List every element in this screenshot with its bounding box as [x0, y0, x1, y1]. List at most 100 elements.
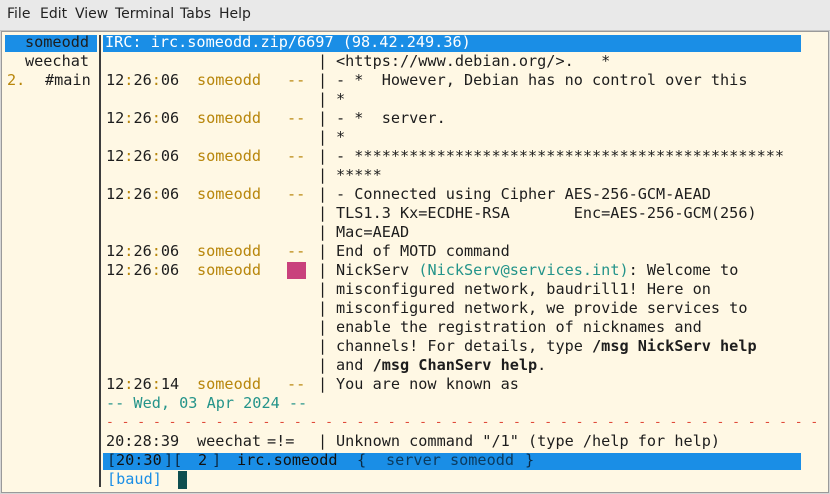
message-text: *: [336, 90, 346, 108]
sender-nick: someodd: [197, 147, 262, 165]
prefix-separator: |: [318, 261, 328, 279]
status-bracket: ][: [164, 451, 183, 469]
timestamp: 20:28:39: [106, 432, 180, 450]
error-prefix: =!=: [267, 432, 295, 450]
prefix-separator: |: [318, 52, 328, 70]
prefix-separator: |: [318, 318, 328, 336]
prefix-separator: |: [318, 375, 328, 393]
sender-nick: someodd: [197, 242, 262, 260]
prefix-separator: |: [318, 128, 328, 146]
status-row: [ 20:30 ][ 2 ] irc.someodd { server some…: [2, 451, 534, 470]
timestamp: 12:26:06: [106, 242, 180, 260]
prefix-separator: |: [318, 356, 328, 374]
prefix-separator: |: [318, 166, 328, 184]
input-prompt: [baud]: [107, 470, 162, 488]
status-bracket: [: [107, 451, 117, 469]
read-marker-line: - - - - - - - - - - - - - - - - - - - - …: [2, 413, 828, 432]
buflist-num-1: 1.: [7, 33, 26, 51]
message-text: - * server.: [336, 109, 446, 127]
chat-line: 12:26:06 someodd -- | - * server.: [2, 109, 446, 128]
prefix-separator: |: [318, 204, 328, 222]
menu-edit[interactable]: Edit: [40, 6, 67, 22]
status-bracket: }: [525, 451, 535, 469]
menu-terminal[interactable]: Terminal: [115, 6, 174, 22]
menu-help[interactable]: Help: [219, 6, 251, 22]
timestamp: 12:26:06: [106, 261, 180, 279]
message-text: Unknown command "/1" (type /help for hel…: [336, 432, 721, 450]
timestamp: 12:26:06: [106, 185, 180, 203]
prefix-separator: |: [318, 223, 328, 241]
terminal-window[interactable]: 1. someodd IRC: irc.someodd.zip/6697 (98…: [1, 31, 829, 493]
chat-line: | misconfigured network, we provide serv…: [2, 299, 747, 318]
prefix-separator: |: [318, 337, 328, 355]
message-text: Mac=AEAD: [336, 223, 410, 241]
status-buffer-number: 2: [198, 451, 208, 469]
chat-line: 12:26:06 someodd -- | - Connected using …: [2, 185, 711, 204]
prefix-separator: |: [318, 109, 328, 127]
chat-line: 12:26:06 someodd -- | - ****************…: [2, 147, 784, 166]
timestamp: 12:26:06: [106, 71, 180, 89]
buflist-num-2: 2.: [7, 71, 26, 89]
chat-line: | enable the registration of nicknames a…: [2, 318, 702, 337]
sender-nick: someodd: [197, 375, 262, 393]
chat-line: | Mac=AEAD: [2, 223, 409, 242]
prefix-separator: |: [318, 147, 328, 165]
chat-line: | *****: [2, 166, 382, 185]
message-text: TLS1.3 Kx=ECDHE-RSA Enc=AES-256-GCM(256): [336, 204, 757, 222]
message-text: You are now known as: [336, 375, 519, 393]
highlight-marker: [287, 262, 306, 279]
sender-nick: weechat: [197, 432, 262, 450]
chat-line: | and /msg ChanServ help.: [2, 356, 546, 375]
sender-nick: someodd: [197, 109, 262, 127]
chat-line: | TLS1.3 Kx=ECDHE-RSA Enc=AES-256-GCM(25…: [2, 204, 757, 223]
message-text: channels! For details, type /msg NickSer…: [336, 337, 757, 355]
prefix-separator: |: [318, 242, 328, 260]
status-time: 20:30: [116, 451, 162, 469]
buflist-item-someodd[interactable]: someodd: [25, 33, 89, 52]
chat-line: 12:26:06 someodd | NickServ (NickServ@se…: [2, 261, 828, 280]
message-text: *: [336, 128, 346, 146]
message-text: - Connected using Cipher AES-256-GCM-AEA…: [336, 185, 711, 203]
sender-nick: someodd: [197, 185, 262, 203]
message-text: <https://www.debian.org/>. *: [336, 52, 611, 70]
chat-line: | *: [2, 128, 345, 147]
menu-tabs[interactable]: Tabs: [180, 6, 211, 22]
prefix-separator: |: [318, 280, 328, 298]
title-text: IRC: irc.someodd.zip/6697 (98.42.249.36): [105, 33, 471, 51]
prefix-separator: |: [318, 432, 328, 450]
chat-line: 2. #main 12:26:06 someodd -- | - * Howev…: [2, 71, 747, 90]
network-prefix: --: [287, 71, 306, 89]
buflist-item-weechat[interactable]: weechat: [25, 52, 89, 71]
sender-nick: someodd: [197, 71, 262, 89]
message-text: enable the registration of nicknames and: [336, 318, 702, 336]
prefix-separator: |: [318, 90, 328, 108]
network-prefix: --: [287, 242, 306, 260]
menu-file[interactable]: File: [7, 6, 30, 22]
menu-view[interactable]: View: [75, 6, 108, 22]
prefix-separator: |: [318, 71, 328, 89]
sender-nick: someodd: [197, 261, 262, 279]
status-bracket: ]: [212, 451, 231, 469]
network-prefix: --: [287, 147, 306, 165]
input-cursor[interactable]: [178, 471, 187, 489]
timestamp: 12:26:06: [106, 109, 180, 127]
status-buffer-name: irc.someodd: [237, 451, 338, 469]
input-row[interactable]: [baud]: [2, 470, 162, 489]
status-bracket: {: [357, 451, 367, 469]
timestamp: 12:26:06: [106, 147, 180, 165]
chat-line: 20:28:39 weechat =!= | Unknown command "…: [2, 432, 720, 451]
chat-line: | misconfigured network, baudrill1! Here…: [2, 280, 711, 299]
prefix-separator: |: [318, 185, 328, 203]
message-text: NickServ (NickServ@services.int): Welcom…: [336, 261, 739, 279]
chat-line: | channels! For details, type /msg NickS…: [2, 337, 757, 356]
day-change-text: -- Wed, 03 Apr 2024 --: [106, 394, 308, 412]
status-server-info: server someodd: [386, 451, 515, 469]
title-row: 1. someodd IRC: irc.someodd.zip/6697 (98…: [2, 33, 471, 52]
read-marker: - - - - - - - - - - - - - - - - - - - - …: [106, 415, 819, 430]
network-prefix: --: [287, 109, 306, 127]
timestamp: 12:26:14: [106, 375, 180, 393]
message-text: - * However, Debian has no control over …: [336, 71, 748, 89]
prefix-separator: |: [318, 299, 328, 317]
buflist-item-main[interactable]: #main: [45, 71, 91, 90]
chat-line: weechat | <https://www.debian.org/>. *: [2, 52, 610, 71]
